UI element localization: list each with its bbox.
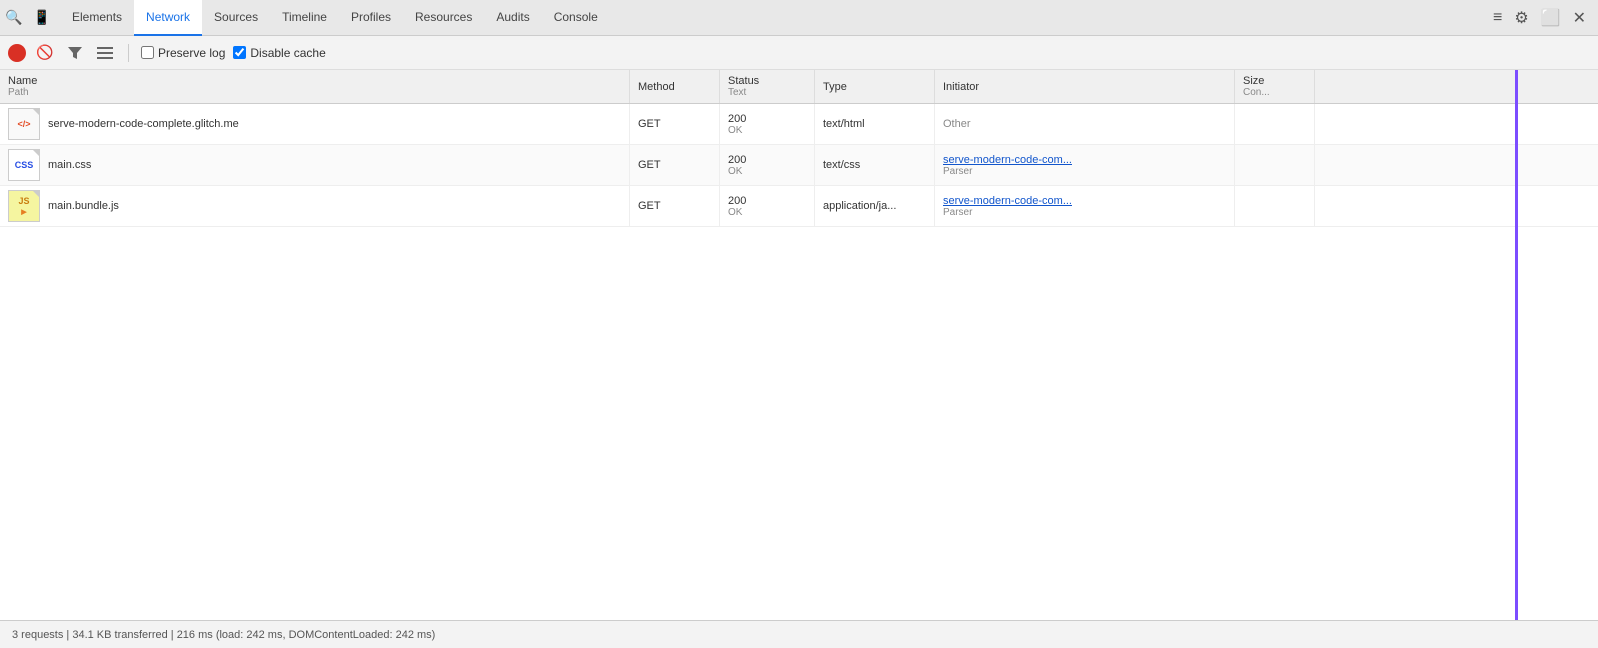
cell-size-2 [1235,145,1315,185]
filter-button[interactable] [64,42,86,64]
mobile-icon[interactable]: 📱 [32,8,52,28]
status-text: 3 requests | 34.1 KB transferred | 216 m… [12,629,435,641]
disable-cache-checkbox[interactable] [233,46,246,59]
tab-audits[interactable]: Audits [484,0,541,36]
cell-initiator-1: Other [935,104,1235,144]
file-icon-js: JS ▶ [8,190,40,222]
cell-status-3: 200 OK [720,186,815,226]
cell-initiator-2: serve-modern-code-com... Parser [935,145,1235,185]
cell-initiator-3: serve-modern-code-com... Parser [935,186,1235,226]
toolbar-divider [128,44,129,62]
cell-size-3 [1235,186,1315,226]
cell-status-1: 200 OK [720,104,815,144]
tab-profiles[interactable]: Profiles [339,0,403,36]
network-toolbar: 🚫 Preserve log Disable cache [0,36,1598,70]
table-wrapper: Name Path Method Status Text Type Initia… [0,70,1598,620]
file-icon-html: </> [8,108,40,140]
tab-network[interactable]: Network [134,0,202,36]
table-row[interactable]: </> serve-modern-code-complete.glitch.me… [0,104,1598,145]
status-bar: 3 requests | 34.1 KB transferred | 216 m… [0,620,1598,648]
cell-method-3: GET [630,186,720,226]
preserve-log-label[interactable]: Preserve log [141,46,225,60]
devtools-tabbar: 🔍 📱 Elements Network Sources Timeline Pr… [0,0,1598,36]
preserve-log-checkbox[interactable] [141,46,154,59]
table-row[interactable]: CSS main.css GET 200 OK text/css serve-m… [0,145,1598,186]
search-icon[interactable]: 🔍 [4,8,24,28]
cell-name-path-1: </> serve-modern-code-complete.glitch.me [0,104,630,144]
table-row[interactable]: JS ▶ main.bundle.js GET 200 OK applicati… [0,186,1598,227]
tab-console[interactable]: Console [542,0,610,36]
record-button[interactable] [8,44,26,62]
col-header-initiator[interactable]: Initiator [935,70,1235,103]
disable-cache-label[interactable]: Disable cache [233,46,325,60]
cell-name-path-2: CSS main.css [0,145,630,185]
table-body: </> serve-modern-code-complete.glitch.me… [0,104,1598,620]
network-table: Name Path Method Status Text Type Initia… [0,70,1598,620]
cell-type-2: text/css [815,145,935,185]
view-button[interactable] [94,42,116,64]
tab-timeline[interactable]: Timeline [270,0,339,36]
dock-icon[interactable]: ⬜ [1541,8,1561,28]
execute-icon[interactable]: ≡ [1493,9,1502,27]
cell-method-2: GET [630,145,720,185]
file-icon-css: CSS [8,149,40,181]
cell-status-2: 200 OK [720,145,815,185]
col-header-method[interactable]: Method [630,70,720,103]
tab-sources[interactable]: Sources [202,0,270,36]
clear-button[interactable]: 🚫 [34,42,56,64]
col-header-type[interactable]: Type [815,70,935,103]
cell-name-path-3: JS ▶ main.bundle.js [0,186,630,226]
waterfall-line [1515,70,1518,620]
table-header: Name Path Method Status Text Type Initia… [0,70,1598,104]
cell-size-1 [1235,104,1315,144]
cell-type-1: text/html [815,104,935,144]
col-header-size[interactable]: Size Con... [1235,70,1315,103]
col-header-name[interactable]: Name Path [0,70,630,103]
close-icon[interactable]: ✕ [1573,8,1586,28]
settings-icon[interactable]: ⚙ [1514,8,1528,28]
tab-resources[interactable]: Resources [403,0,484,36]
tab-elements[interactable]: Elements [60,0,134,36]
col-header-status[interactable]: Status Text [720,70,815,103]
cell-method-1: GET [630,104,720,144]
cell-type-3: application/ja... [815,186,935,226]
